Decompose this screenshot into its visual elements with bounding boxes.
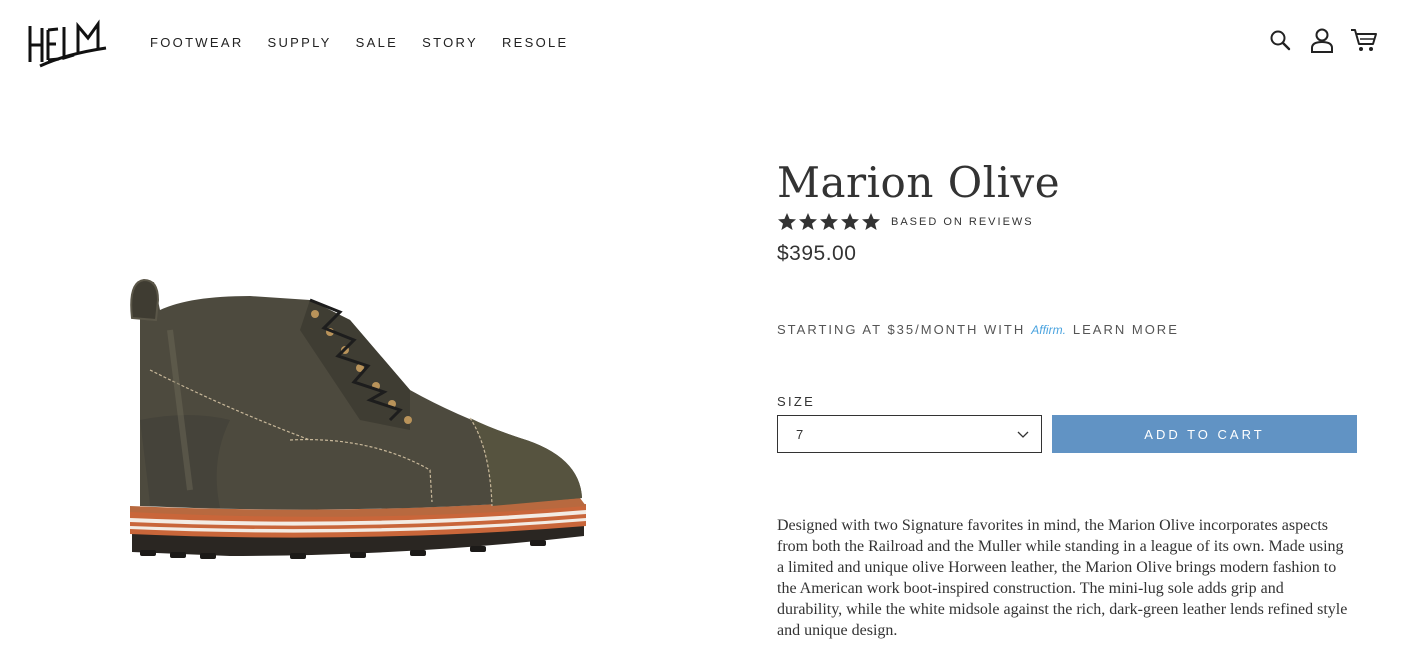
- reviews-link[interactable]: BASED ON REVIEWS: [891, 216, 1034, 228]
- product-description: Designed with two Signature favorites in…: [777, 517, 1348, 639]
- star-icon: [820, 213, 838, 230]
- affirm-financing: STARTING AT $35/MONTH WITH Affirm. LEARN…: [777, 322, 1179, 337]
- size-label: SIZE: [777, 394, 816, 409]
- site-header: FOOTWEAR SUPPLY SALE STORY RESOLE: [0, 0, 1420, 86]
- search-icon[interactable]: [1266, 26, 1294, 54]
- main-nav: FOOTWEAR SUPPLY SALE STORY RESOLE: [150, 35, 592, 50]
- learn-more-link[interactable]: LEARN MORE: [1073, 322, 1179, 337]
- affirm-logo: Affirm.: [1031, 322, 1066, 337]
- header-icons: [1266, 26, 1378, 54]
- helm-logo[interactable]: [26, 18, 110, 70]
- chevron-down-icon: [1017, 431, 1029, 438]
- star-icon: [799, 213, 817, 230]
- star-icon: [862, 213, 880, 230]
- cart-icon[interactable]: [1350, 26, 1378, 54]
- product-price: $395.00: [777, 242, 857, 265]
- nav-supply[interactable]: SUPPLY: [268, 35, 332, 50]
- nav-story[interactable]: STORY: [422, 35, 478, 50]
- product-rating[interactable]: BASED ON REVIEWS: [777, 212, 1034, 232]
- rating-stars: [777, 212, 881, 232]
- product-title: Marion Olive: [777, 158, 1061, 207]
- star-icon: [778, 213, 796, 230]
- affirm-text: STARTING AT $35/MONTH WITH: [777, 322, 1026, 337]
- size-select[interactable]: 7: [777, 415, 1042, 453]
- nav-sale[interactable]: SALE: [356, 35, 398, 50]
- nav-resole[interactable]: RESOLE: [502, 35, 569, 50]
- account-icon[interactable]: [1308, 26, 1336, 54]
- product-image-boot[interactable]: [110, 270, 600, 600]
- add-to-cart-button[interactable]: ADD TO CART: [1052, 415, 1357, 453]
- nav-footwear[interactable]: FOOTWEAR: [150, 35, 244, 50]
- star-icon: [841, 213, 859, 230]
- size-selected-value: 7: [796, 426, 804, 442]
